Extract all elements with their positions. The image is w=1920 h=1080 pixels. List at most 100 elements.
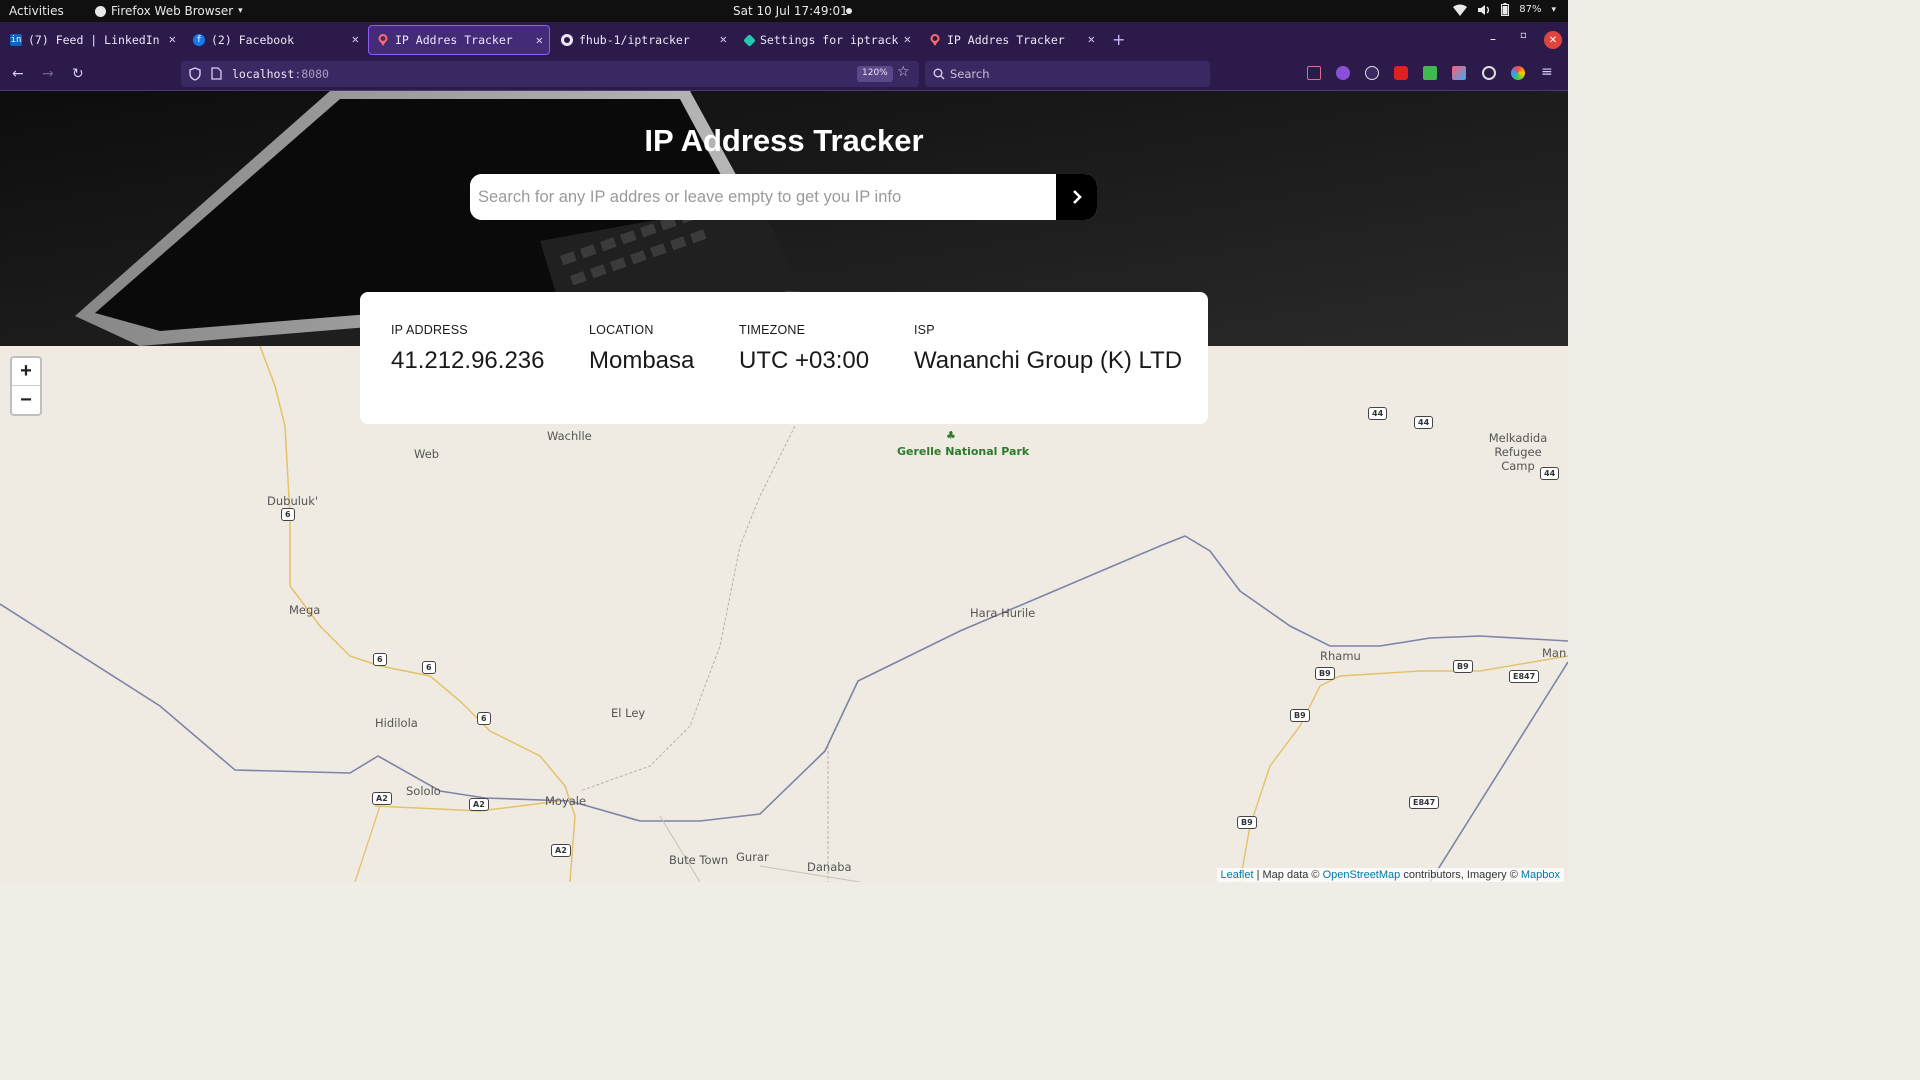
close-icon[interactable]: ✕ [536, 33, 543, 47]
map-label: Mega [289, 603, 321, 617]
tab-ip-tracker-active[interactable]: IP Addres Tracker ✕ [368, 25, 550, 55]
tab-github[interactable]: fhub-1/iptracker ✕ [553, 25, 733, 55]
search-submit-button[interactable] [1056, 174, 1097, 220]
zoom-level-badge[interactable]: 120% [857, 66, 893, 82]
shield-icon[interactable] [189, 67, 201, 81]
pocket-icon[interactable] [1307, 66, 1321, 80]
extension-colorful-icon[interactable] [1452, 66, 1466, 80]
tab-title: (7) Feed | LinkedIn [28, 33, 160, 47]
battery-icon [1501, 3, 1510, 16]
tab-title: fhub-1/iptracker [579, 33, 690, 47]
chrome-style-icon[interactable] [1511, 66, 1525, 80]
close-icon[interactable]: ✕ [720, 32, 727, 46]
forward-arrow-icon[interactable]: → [42, 66, 54, 82]
ip-address-value: 41.212.96.236 [391, 347, 545, 374]
attribution-text: | Map data © [1253, 869, 1323, 881]
url-bar[interactable]: localhost:8080 120% ☆ [181, 61, 919, 87]
close-icon[interactable]: ✕ [1088, 32, 1095, 46]
new-tab-button[interactable]: + [1112, 30, 1125, 49]
map-label: El Ley [611, 706, 646, 720]
close-icon[interactable]: ✕ [904, 32, 911, 46]
road-shield: 6 [422, 661, 436, 674]
reload-icon[interactable]: ↻ [72, 66, 84, 82]
download-icon[interactable] [1423, 66, 1437, 80]
ip-info-card: IP ADDRESS 41.212.96.236 LOCATION Mombas… [360, 292, 1208, 424]
road-shield: 44 [1414, 416, 1434, 429]
navigation-bar: ← → ↻ localhost:8080 120% ☆ Search ≡ [0, 58, 1568, 91]
facebook-icon: f [193, 34, 205, 46]
minimize-icon[interactable]: – [1490, 32, 1496, 46]
tab-facebook[interactable]: f (2) Facebook ✕ [185, 25, 365, 55]
tab-ip-tracker-2[interactable]: IP Addres Tracker ✕ [921, 25, 1101, 55]
road-shield: 44 [1368, 407, 1388, 420]
tab-settings[interactable]: Settings for iptracker ✕ [737, 25, 917, 55]
map-label: Dubuluk' [267, 494, 319, 508]
isp-label: ISP [914, 323, 935, 337]
zoom-out-button[interactable]: − [12, 386, 40, 414]
road-shield: 6 [373, 653, 387, 666]
close-icon[interactable]: ✕ [169, 32, 176, 46]
map-label: Sololo [406, 784, 441, 798]
attribution-text: contributors, Imagery © [1400, 869, 1521, 881]
back-arrow-icon[interactable]: ← [12, 66, 24, 82]
app-name: Firefox Web Browser [111, 4, 234, 18]
firefox-account-icon[interactable] [1336, 66, 1350, 80]
timezone-label: TIMEZONE [739, 323, 806, 337]
window-close-icon[interactable]: ✕ [1544, 31, 1562, 49]
app-menu[interactable]: Firefox Web Browser ▾ [95, 4, 243, 18]
url-port: :8080 [294, 67, 329, 81]
hamburger-menu-icon[interactable]: ≡ [1541, 64, 1553, 80]
timezone-value: UTC +03:00 [739, 347, 870, 374]
isp-section: ISP Wananchi Group (K) LTD [914, 323, 1182, 375]
timezone-section: TIMEZONE UTC +03:00 [739, 323, 869, 375]
map-zoom-control: + − [10, 356, 42, 416]
mapbox-link[interactable]: Mapbox [1521, 869, 1560, 881]
ip-address-label: IP ADDRESS [391, 323, 468, 337]
close-icon[interactable]: ✕ [352, 32, 359, 46]
chevron-down-icon: ▾ [1551, 4, 1556, 15]
wifi-icon [1453, 4, 1468, 16]
map-label: Web [414, 447, 440, 461]
youtube-icon[interactable] [1394, 66, 1408, 80]
road-shield: A2 [469, 798, 489, 811]
url-text[interactable]: localhost:8080 [232, 67, 329, 81]
page-icon[interactable] [211, 67, 222, 80]
road-shield: 6 [477, 712, 491, 725]
map-attribution: Leaflet | Map data © OpenStreetMap contr… [1216, 868, 1564, 882]
road-shield: B9 [1290, 709, 1310, 722]
maximize-icon[interactable]: ▫ [1520, 30, 1527, 41]
road-shield: E847 [1509, 670, 1540, 683]
gear-icon[interactable] [1482, 66, 1496, 80]
road-shield: B9 [1237, 816, 1257, 829]
extension-mask-icon[interactable] [1365, 66, 1379, 80]
github-icon [561, 34, 573, 46]
location-pin-icon [377, 34, 389, 46]
map-tiles[interactable] [0, 346, 1568, 882]
notification-dot-icon [846, 8, 852, 14]
ip-search-input[interactable] [470, 174, 1057, 220]
clock[interactable]: Sat 10 Jul 17:49:01 [733, 4, 848, 18]
openstreetmap-link[interactable]: OpenStreetMap [1323, 869, 1401, 881]
activities-button[interactable]: Activities [9, 4, 64, 18]
location-pin-icon [929, 34, 941, 46]
zoom-in-button[interactable]: + [12, 358, 40, 386]
tab-linkedin[interactable]: in (7) Feed | LinkedIn ✕ [2, 25, 182, 55]
browser-search-bar[interactable]: Search [925, 61, 1210, 87]
road-shield: E847 [1409, 796, 1440, 809]
tab-title: Settings for iptracker [760, 33, 898, 47]
location-section: LOCATION Mombasa [589, 323, 694, 375]
bookmark-star-icon[interactable]: ☆ [897, 64, 910, 80]
system-tray[interactable]: 87% ▾ [1453, 3, 1556, 16]
leaflet-link[interactable]: Leaflet [1221, 869, 1254, 881]
map-label: Bute Town [669, 853, 729, 867]
map-label: Wachlle [547, 429, 592, 443]
map-label: Man [1542, 646, 1567, 660]
map-container[interactable]: + − Wachlle Web ♣ Gerelle National Park … [0, 346, 1568, 882]
ip-address-section: IP ADDRESS 41.212.96.236 [391, 323, 544, 375]
road-shield: 44 [1540, 467, 1560, 480]
chevron-right-icon [1072, 190, 1082, 204]
map-label-park: Gerelle National Park [897, 445, 1030, 458]
web-page: IP Address Tracker + − Wachlle Web ♣ Ger [0, 91, 1568, 882]
map-label: Hidilola [375, 716, 418, 730]
map-label: Danaba [807, 860, 852, 874]
